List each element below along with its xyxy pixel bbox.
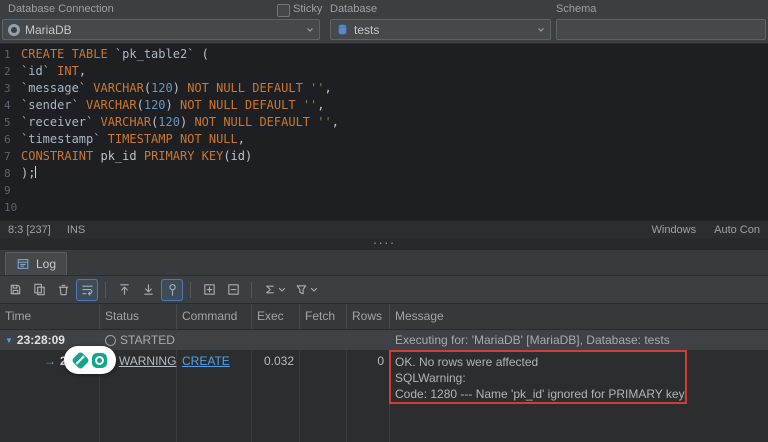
collapse-all-icon[interactable] [222, 279, 244, 301]
editor-line[interactable]: 1 CREATE TABLE `pk_table2` ( [0, 46, 768, 63]
row-time: 23:28:09 [16, 333, 65, 347]
badge-lens-icon [91, 352, 107, 368]
soft-wrap-icon[interactable] [76, 278, 98, 301]
row-status: STARTED [120, 333, 175, 347]
panel-splitter-handle[interactable]: ···· [0, 235, 768, 250]
connection-value: MariaDB [25, 22, 72, 37]
schema-input[interactable] [556, 19, 766, 40]
log-row-started[interactable]: ▼ 23:28:09 STARTED Executing for: 'Maria… [0, 330, 768, 350]
connection-label: Database Connection [8, 3, 114, 15]
editor-line[interactable]: 9 [0, 182, 768, 199]
sigma-icon[interactable] [259, 279, 289, 301]
editor-line[interactable]: 2 `id` INT, [0, 63, 768, 80]
editor-line[interactable]: 4 `sender` VARCHAR(120) NOT NULL DEFAULT … [0, 97, 768, 114]
chevron-down-icon [306, 26, 314, 34]
editor-line[interactable]: 6 `timestamp` TIMESTAMP NOT NULL, [0, 131, 768, 148]
editor-line[interactable]: 5 `receiver` VARCHAR(120) NOT NULL DEFAUL… [0, 114, 768, 131]
started-status-icon [105, 334, 116, 346]
connection-toolbar: Database Connection Sticky Database Sche… [0, 0, 768, 44]
column-header-rows[interactable]: Rows [347, 304, 390, 329]
warning-link[interactable]: WARNING [119, 354, 177, 368]
toolbar-separator [190, 281, 191, 298]
badge-tag-icon [70, 350, 90, 370]
message-line: Code: 1280 --- Name 'pk_id' ignored for … [395, 387, 688, 401]
expand-all-icon[interactable] [198, 279, 220, 301]
connection-select[interactable]: MariaDB [2, 19, 320, 40]
sql-editor[interactable]: 1 CREATE TABLE `pk_table2` (2 `id` INT, 3 `m… [0, 44, 768, 220]
sticky-checkbox[interactable] [277, 4, 290, 17]
pin-icon[interactable] [161, 278, 183, 301]
app-window: Database Connection Sticky Database Sche… [0, 0, 768, 442]
schema-label: Schema [556, 3, 597, 15]
log-tab-label: Log [36, 257, 57, 271]
editor-line[interactable]: 10 [0, 199, 768, 216]
message-line: SQLWarning: [395, 371, 466, 385]
column-header-status[interactable]: Status [100, 304, 177, 329]
autocommit-indicator[interactable]: Auto Con [714, 224, 760, 236]
database-select[interactable]: tests [330, 19, 551, 40]
editor-line[interactable]: 7 CONSTRAINT pk_id PRIMARY KEY(id) [0, 148, 768, 165]
database-value: tests [354, 22, 380, 37]
log-tab-icon [16, 257, 30, 271]
column-header-time[interactable]: Time [0, 304, 100, 329]
rows-count: 0 [377, 354, 384, 368]
message-line: OK. No rows were affected [395, 355, 539, 369]
editor-line[interactable]: 8); [0, 165, 768, 182]
mariadb-icon [8, 23, 20, 36]
log-grid-body: ▼ 23:28:09 STARTED Executing for: 'Maria… [0, 330, 768, 442]
toolbar-separator [105, 281, 106, 298]
sticky-label: Sticky [293, 3, 323, 15]
delete-icon[interactable] [52, 279, 74, 301]
line-ending-indicator[interactable]: Windows [652, 224, 697, 236]
log-grid-header: Time Status Command Exec Fetch Rows Mess… [0, 304, 768, 330]
save-icon[interactable] [4, 279, 26, 301]
text-cursor [35, 166, 37, 178]
scroll-top-icon[interactable] [113, 279, 135, 301]
exec-time: 0.032 [263, 354, 294, 368]
column-header-message[interactable]: Message [390, 304, 768, 329]
command-link[interactable]: CREATE [182, 354, 230, 368]
chevron-down-icon [537, 26, 545, 34]
overlay-badge [64, 346, 116, 374]
copy-icon[interactable] [28, 279, 50, 301]
tab-log[interactable]: Log [5, 252, 68, 275]
database-icon [336, 23, 349, 36]
scroll-bottom-icon[interactable] [137, 279, 159, 301]
column-header-exec[interactable]: Exec [252, 304, 300, 329]
insert-mode-indicator[interactable]: INS [67, 224, 85, 236]
row-message: Executing for: 'MariaDB' [MariaDB], Data… [395, 333, 670, 347]
bottom-tab-bar: Log [0, 250, 768, 276]
toolbar-separator [251, 281, 252, 298]
expand-triangle-icon[interactable]: ▼ [5, 336, 13, 345]
editor-line[interactable]: 3 `message` VARCHAR(120) NOT NULL DEFAULT… [0, 80, 768, 97]
database-label: Database [330, 3, 378, 15]
column-header-command[interactable]: Command [177, 304, 252, 329]
editor-lines: 1 CREATE TABLE `pk_table2` (2 `id` INT, 3 `m… [0, 46, 768, 216]
current-row-arrow-icon: → [44, 354, 56, 368]
filter-icon[interactable] [291, 279, 321, 301]
column-header-fetch[interactable]: Fetch [300, 304, 347, 329]
caret-position[interactable]: 8:3 [237] [8, 224, 51, 236]
log-toolbar [0, 276, 768, 304]
